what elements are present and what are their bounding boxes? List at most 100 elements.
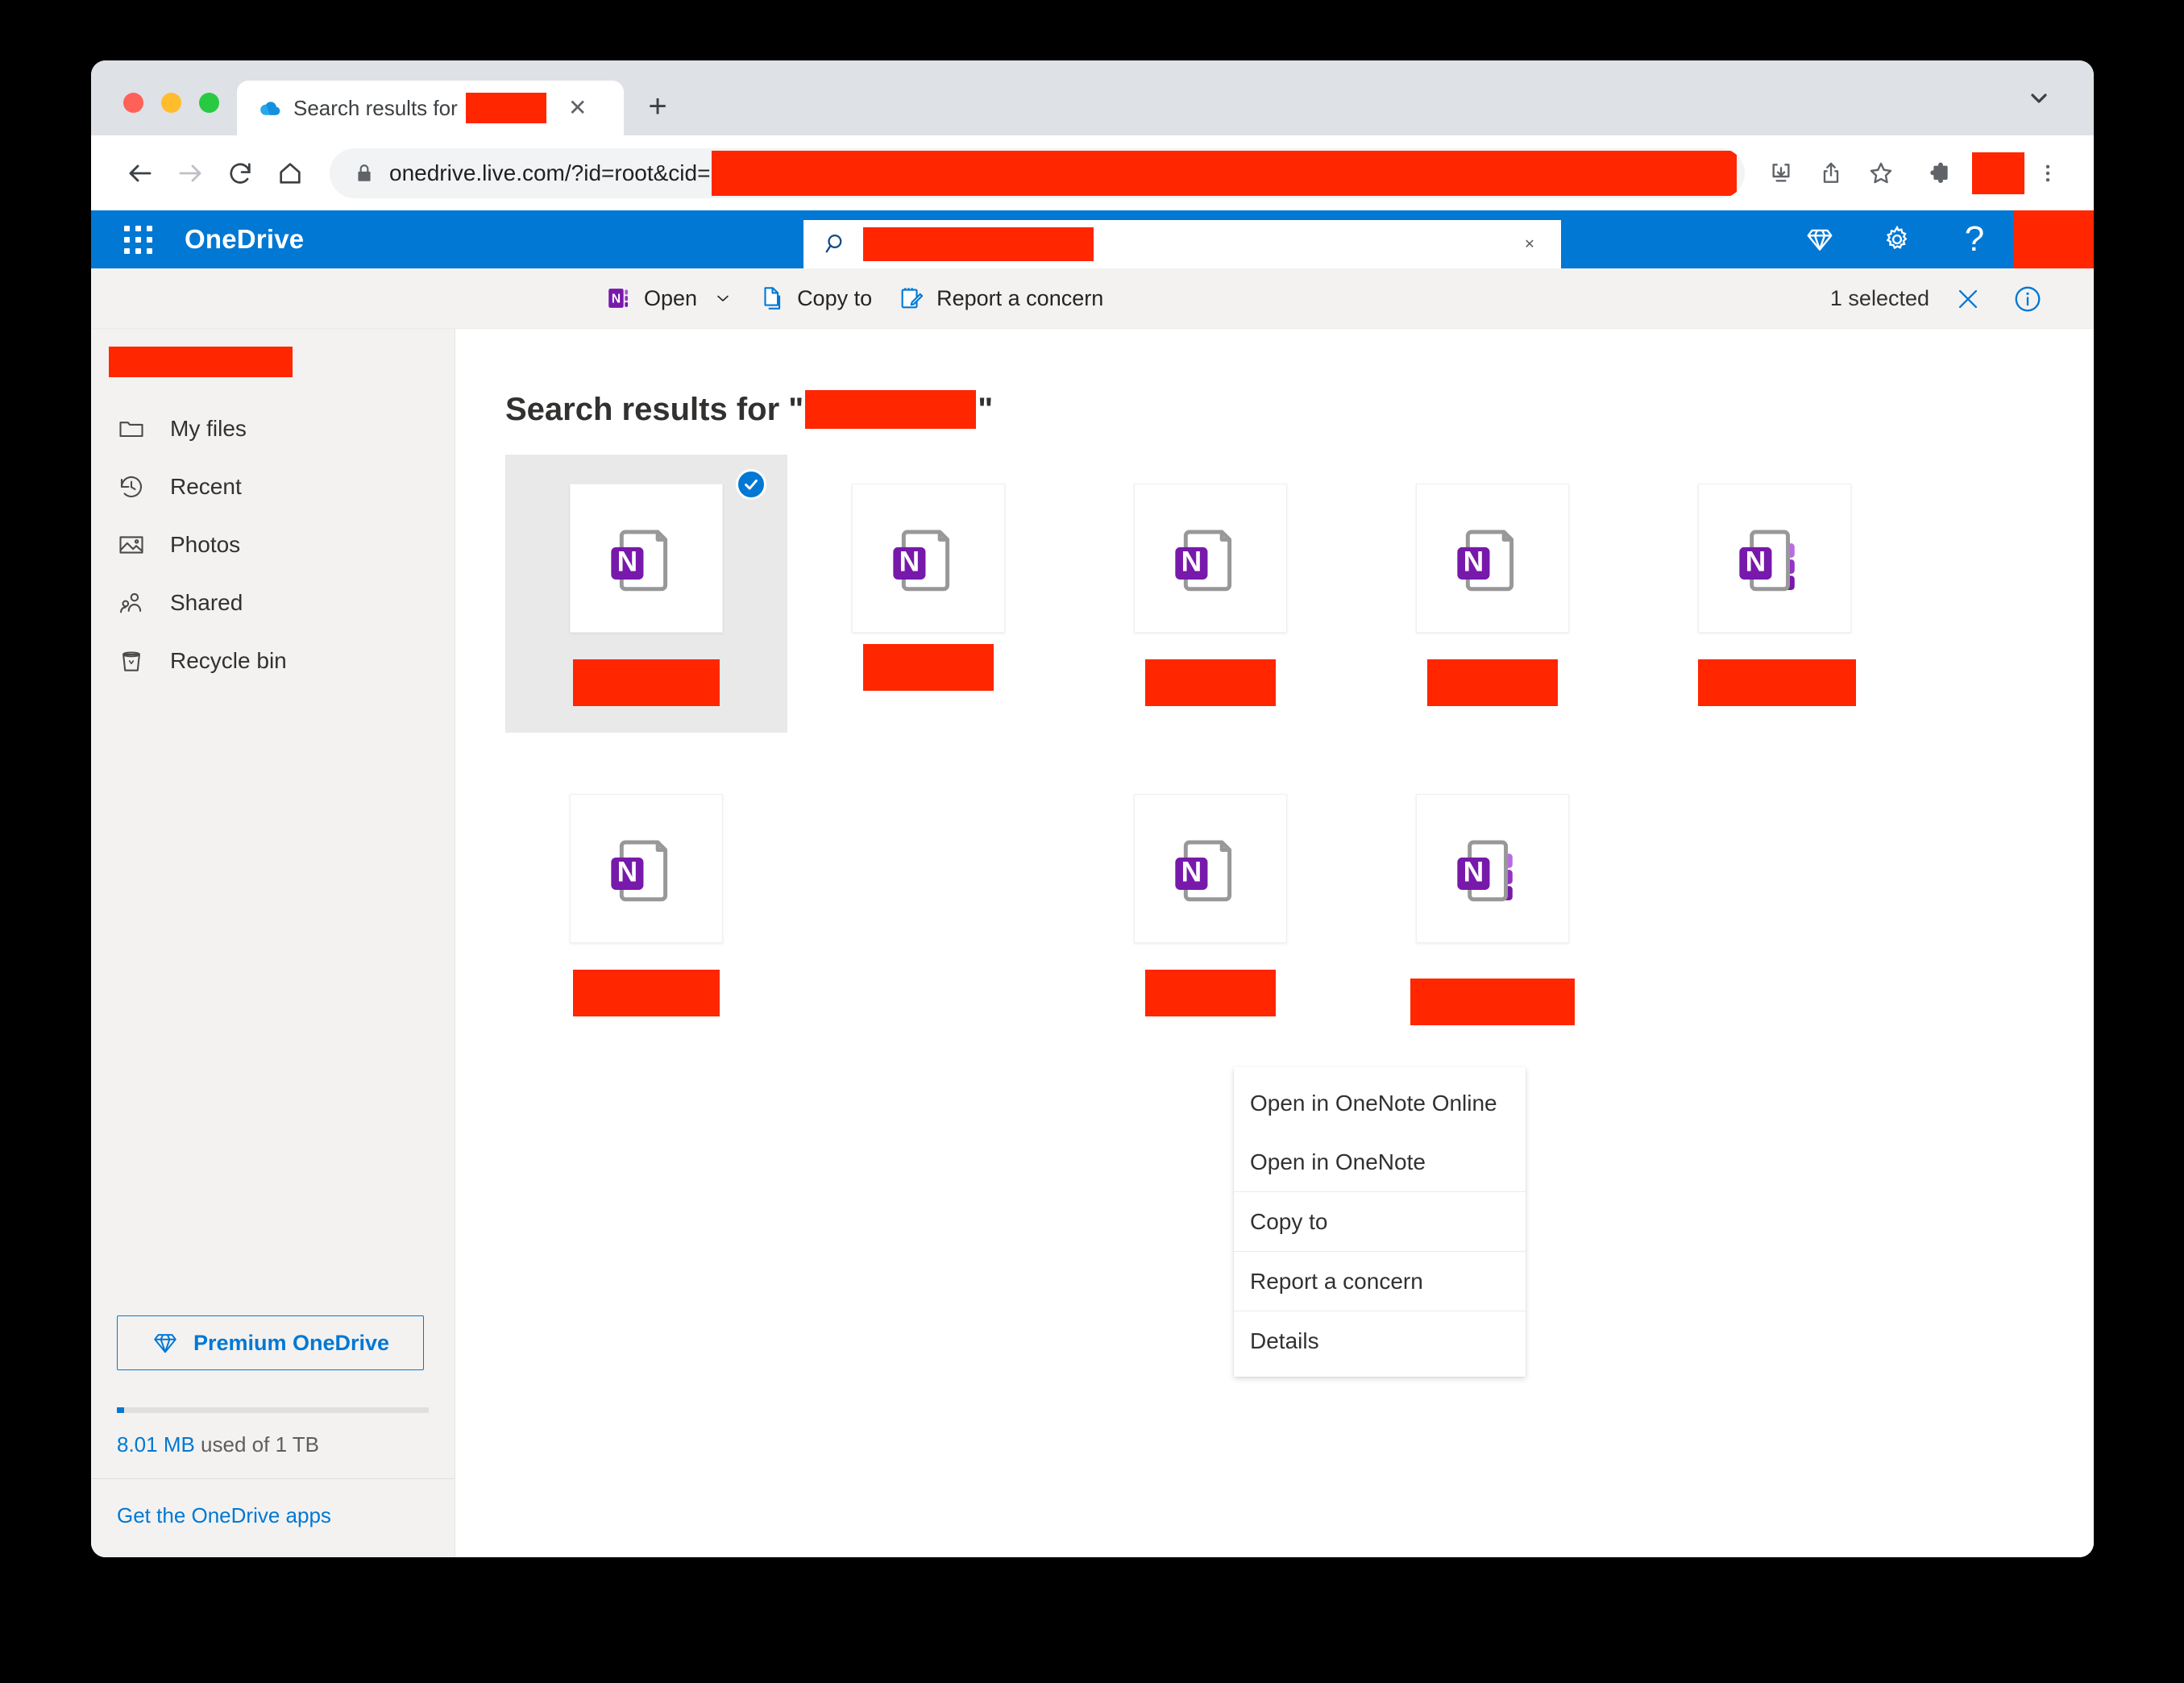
browser-tab-strip: Search results for ✕ +: [91, 60, 2094, 135]
file-tile[interactable]: N: [1352, 455, 1634, 733]
file-tile[interactable]: N: [1634, 455, 1916, 733]
premium-onedrive-button[interactable]: Premium OneDrive: [117, 1315, 424, 1370]
storage-usage-label: 8.01 MB used of 1 TB: [117, 1432, 429, 1457]
sidebar-nav-list: My files Recent Photos Shared Recycle bi…: [91, 400, 455, 690]
people-icon: [115, 588, 147, 617]
tile-row: N N N N N: [505, 455, 2094, 733]
premium-onedrive-button-label: Premium OneDrive: [193, 1330, 390, 1355]
menu-item-open-in-onenote[interactable]: Open in OneNote: [1234, 1132, 1526, 1191]
page-title-query-redaction: [805, 390, 977, 429]
chevron-down-icon[interactable]: [2023, 82, 2055, 114]
address-bar[interactable]: onedrive.live.com/?id=root&cid=: [330, 148, 1745, 198]
storage-block: 8.01 MB used of 1 TB: [91, 1407, 455, 1457]
extensions-puzzle-icon[interactable]: [1916, 150, 1962, 197]
search-value-redaction: [863, 227, 1094, 261]
onedrive-cloud-icon: [258, 96, 282, 120]
report-concern-button[interactable]: Report a concern: [885, 273, 1116, 323]
onedrive-brand-label[interactable]: OneDrive: [185, 224, 304, 255]
onenote-notebook-icon: N: [611, 529, 668, 591]
maximize-window-button[interactable]: [199, 93, 219, 113]
tile-row: N N N: [505, 765, 2094, 1043]
photo-icon: [115, 530, 147, 559]
three-dot-menu-icon[interactable]: [2024, 150, 2071, 197]
back-arrow-icon[interactable]: [115, 148, 165, 198]
chevron-down-icon[interactable]: [713, 289, 733, 308]
app-body: My files Recent Photos Shared Recycle bi…: [91, 329, 2094, 1557]
reload-icon[interactable]: [215, 148, 265, 198]
menu-item-copy-to[interactable]: Copy to: [1234, 1192, 1526, 1251]
new-tab-button[interactable]: +: [635, 84, 680, 129]
svg-text:N: N: [617, 546, 638, 577]
browser-tab-active[interactable]: Search results for ✕: [237, 81, 624, 135]
open-button[interactable]: N Open: [592, 273, 745, 323]
close-tab-button[interactable]: ✕: [564, 94, 592, 122]
sidebar-item-recent[interactable]: Recent: [91, 458, 455, 516]
file-thumbnail: N: [1416, 484, 1569, 633]
browser-tab-title-redaction: [465, 93, 546, 123]
app-launcher-waffle-icon[interactable]: [109, 210, 167, 268]
menu-item-open-in-onenote-online[interactable]: Open in OneNote Online: [1234, 1074, 1526, 1132]
menu-item-report-a-concern[interactable]: Report a concern: [1234, 1252, 1526, 1311]
recycle-bin-icon: [115, 646, 147, 675]
lock-icon: [354, 163, 375, 184]
storage-progress-bar: [117, 1407, 429, 1413]
bookmark-star-icon[interactable]: [1858, 150, 1904, 197]
sidebar-item-shared[interactable]: Shared: [91, 574, 455, 632]
suite-bar-actions: ?: [1781, 210, 2094, 268]
install-app-icon[interactable]: [1758, 150, 1804, 197]
browser-profile-redaction[interactable]: [1971, 152, 2024, 194]
window-traffic-lights: [91, 93, 237, 135]
file-tile[interactable]: N: [1069, 765, 1352, 1043]
close-x-icon[interactable]: [1947, 278, 1989, 320]
svg-text:N: N: [1464, 856, 1484, 887]
account-avatar-redaction[interactable]: [2013, 210, 2094, 268]
file-tile[interactable]: N: [1352, 765, 1634, 1043]
home-icon[interactable]: [265, 148, 315, 198]
page-title-prefix: Search results for ": [505, 391, 804, 427]
minimize-window-button[interactable]: [161, 93, 181, 113]
sidebar-footer: Premium OneDrive 8.01 MB used of 1 TB Ge…: [91, 1315, 455, 1557]
close-window-button[interactable]: [123, 93, 143, 113]
sidebar-item-photos[interactable]: Photos: [91, 516, 455, 574]
sidebar-item-label: Photos: [170, 532, 241, 557]
browser-nav-bar: onedrive.live.com/?id=root&cid=: [91, 135, 2094, 210]
sidebar-item-label: Recycle bin: [170, 648, 287, 673]
browser-tab-title-text: Search results for: [293, 95, 458, 120]
file-name-redaction: [863, 644, 994, 691]
file-tile[interactable]: N: [787, 455, 1069, 733]
file-thumbnail: N: [1416, 794, 1569, 943]
search-box[interactable]: ✕: [803, 220, 1561, 268]
help-question-icon[interactable]: ?: [1936, 210, 2013, 268]
premium-diamond-icon[interactable]: [1781, 210, 1858, 268]
get-onedrive-apps-link[interactable]: Get the OneDrive apps: [91, 1478, 455, 1557]
search-input-value[interactable]: [863, 227, 1511, 261]
file-name-redaction: [1698, 659, 1856, 706]
sidebar-item-my-files[interactable]: My files: [91, 400, 455, 458]
file-thumbnail: N: [1134, 794, 1287, 943]
search-clear-button[interactable]: ✕: [1511, 226, 1548, 263]
sidebar: My files Recent Photos Shared Recycle bi…: [91, 329, 455, 1557]
main-content: Search results for " " N N N N N N N N O…: [455, 329, 2094, 1557]
file-tile[interactable]: N: [1069, 455, 1352, 733]
browser-window: Search results for ✕ + onedrive.live.com…: [91, 60, 2094, 1557]
info-circle-icon[interactable]: [2007, 278, 2049, 320]
page-title-suffix: ": [978, 391, 994, 427]
check-circle-icon[interactable]: [736, 469, 766, 500]
menu-item-details[interactable]: Details: [1234, 1311, 1526, 1370]
settings-gear-icon[interactable]: [1858, 210, 1936, 268]
copy-document-icon: [758, 285, 786, 312]
file-tile[interactable]: N: [505, 455, 787, 733]
file-name-redaction: [573, 659, 720, 706]
sidebar-item-label: My files: [170, 416, 247, 441]
file-tile[interactable]: [787, 765, 1069, 1043]
share-icon[interactable]: [1808, 150, 1854, 197]
sidebar-item-recycle-bin[interactable]: Recycle bin: [91, 632, 455, 690]
file-tile[interactable]: N: [505, 765, 787, 1043]
svg-text:N: N: [1746, 546, 1767, 577]
onenote-notebook-icon: N: [1175, 839, 1232, 901]
copy-to-button[interactable]: Copy to: [745, 273, 885, 323]
command-bar-selection-group: 1 selected: [1830, 268, 2049, 329]
forward-arrow-icon[interactable]: [165, 148, 215, 198]
file-thumbnail: N: [1698, 484, 1851, 633]
open-button-label: Open: [644, 285, 698, 310]
